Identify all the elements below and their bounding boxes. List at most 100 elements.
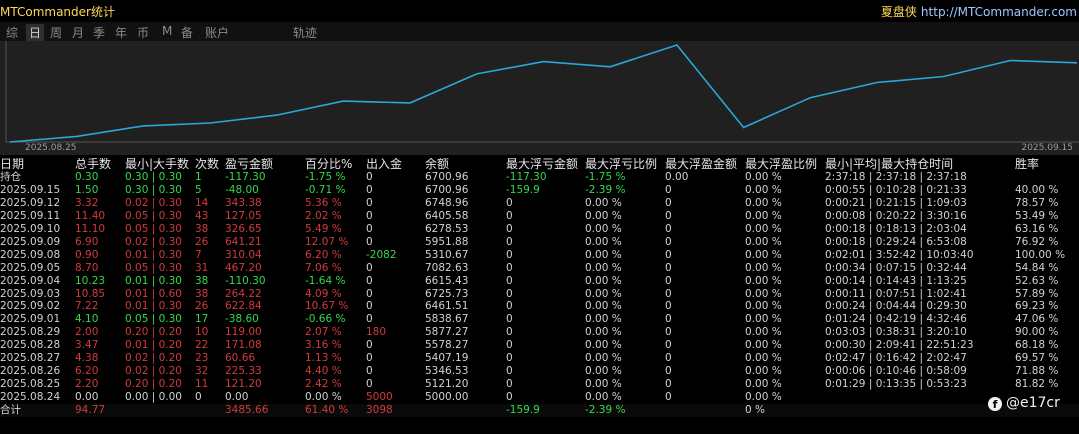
cell-flow: 0 — [366, 170, 373, 183]
chart-end-date: 2025.09.15 — [1021, 143, 1073, 153]
cell-max-gain-pct: 0.00 % — [745, 365, 782, 378]
cell-percent: 6.20 % — [305, 248, 342, 261]
cell-win-rate: 63.16 % — [1015, 222, 1059, 235]
tab-overview[interactable]: 综 — [6, 24, 18, 41]
tab-year[interactable]: 年 — [115, 24, 127, 41]
cell-max-drawdown: 0 — [506, 339, 513, 352]
cell-date: 2025.09.09 — [0, 235, 61, 248]
cell-max-drawdown-pct: 0.00 % — [585, 235, 622, 248]
cell-balance: 6700.96 — [425, 170, 469, 183]
brand: 夏盘侠 http://MTCommander.com — [881, 3, 1077, 20]
total-flow: 3098 — [366, 404, 393, 417]
cell-max-drawdown: -159.9 — [506, 183, 540, 196]
table-total-row: 合计 94.77 3485.66 61.40 % 3098 -159.9 -2.… — [0, 404, 1079, 418]
tab-trajectory[interactable]: 轨迹 — [293, 24, 317, 41]
tab-week[interactable]: 周 — [50, 24, 62, 41]
cell-pnl: 264.22 — [225, 287, 262, 300]
cell-max-gain-pct: 0.00 % — [745, 300, 782, 313]
col-max-gain-pct: 最大浮盈比例 — [745, 158, 818, 171]
cell-max-drawdown-pct: 0.00 % — [585, 365, 622, 378]
cell-total-lots: 3.32 — [75, 196, 99, 209]
cell-pnl: 127.05 — [225, 209, 262, 222]
cell-max-gain: 0 — [665, 391, 672, 404]
cell-flow: 0 — [366, 196, 373, 209]
cell-date: 2025.09.01 — [0, 313, 61, 326]
cell-flow: 0 — [366, 365, 373, 378]
cell-min-max-lots: 0.02 | 0.30 — [125, 196, 182, 209]
cell-flow: 0 — [366, 183, 373, 196]
cell-balance: 5346.53 — [425, 365, 469, 378]
balance-chart-svg — [5, 41, 1079, 143]
tab-quarter[interactable]: 季 — [93, 24, 105, 41]
cell-max-drawdown: 0 — [506, 235, 513, 248]
cell-count: 14 — [195, 196, 209, 209]
col-max-gain: 最大浮盈金额 — [665, 158, 738, 171]
total-max-drawdown-pct: -2.39 % — [585, 404, 626, 417]
cell-percent: 3.16 % — [305, 339, 342, 352]
tab-month[interactable]: 月 — [72, 24, 84, 41]
cell-max-drawdown-pct: 0.00 % — [585, 339, 622, 352]
tab-m[interactable]: M — [162, 24, 172, 38]
cell-max-drawdown-pct: 0.00 % — [585, 378, 622, 391]
cell-total-lots: 0.90 — [75, 248, 99, 261]
cell-min-max-lots: 0.01 | 0.30 — [125, 300, 182, 313]
cell-percent: 5.49 % — [305, 222, 342, 235]
cell-win-rate: 90.00 % — [1015, 326, 1059, 339]
cell-max-gain: 0 — [665, 274, 672, 287]
cell-flow: 5000 — [366, 391, 393, 404]
cell-count: 0 — [195, 391, 202, 404]
cell-balance: 6405.58 — [425, 209, 469, 222]
cell-percent: -0.66 % — [305, 313, 346, 326]
cell-max-drawdown: 0 — [506, 196, 513, 209]
cell-max-gain-pct: 0.00 % — [745, 339, 782, 352]
cell-count: 38 — [195, 287, 209, 300]
cell-flow: 180 — [366, 326, 387, 339]
tab-backup[interactable]: 备 — [181, 24, 193, 41]
cell-balance: 5407.19 — [425, 352, 469, 365]
cell-total-lots: 4.38 — [75, 352, 99, 365]
cell-pnl: 467.20 — [225, 261, 262, 274]
cell-max-gain: 0 — [665, 313, 672, 326]
cell-min-max-lots: 0.02 | 0.30 — [125, 235, 182, 248]
tab-day[interactable]: 日 — [26, 24, 45, 41]
cell-max-drawdown: 0 — [506, 274, 513, 287]
cell-flow: 0 — [366, 261, 373, 274]
cell-date: 2025.09.03 — [0, 287, 61, 300]
tab-account[interactable]: 账户 — [205, 24, 229, 41]
cell-min-max-lots: 0.00 | 0.00 — [125, 391, 182, 404]
cell-max-drawdown: 0 — [506, 378, 513, 391]
cell-max-gain-pct: 0.00 % — [745, 287, 782, 300]
cell-total-lots: 6.90 — [75, 235, 99, 248]
balance-chart: 2025.08.25 2025.09.15 — [0, 41, 1079, 155]
tab-currency[interactable]: 币 — [137, 24, 149, 41]
window-title: MTCommander统计 — [0, 5, 115, 19]
cell-flow: 0 — [366, 339, 373, 352]
cell-percent: 2.02 % — [305, 209, 342, 222]
cell-max-gain-pct: 0.00 % — [745, 222, 782, 235]
cell-max-drawdown-pct: 0.00 % — [585, 196, 622, 209]
cell-date: 持仓 — [0, 170, 21, 183]
cell-max-drawdown-pct: 0.00 % — [585, 391, 622, 404]
table-row: 2025.08.27 4.38 0.02 | 0.20 23 60.66 1.13 % 0 5… — [0, 352, 1079, 365]
cell-date: 2025.08.28 — [0, 339, 61, 352]
cell-win-rate: 57.89 % — [1015, 287, 1059, 300]
cell-max-drawdown: 0 — [506, 300, 513, 313]
cell-min-max-lots: 0.05 | 0.30 — [125, 313, 182, 326]
cell-win-rate: 100.00 % — [1015, 248, 1066, 261]
cell-pnl: 310.04 — [225, 248, 262, 261]
cell-win-rate: 81.82 % — [1015, 378, 1059, 391]
watermark-text: @e17cr — [1006, 395, 1060, 411]
cell-percent: 10.67 % — [305, 300, 349, 313]
cell-max-gain-pct: 0.00 % — [745, 235, 782, 248]
cell-max-gain-pct: 0.00 % — [745, 248, 782, 261]
balance-line — [9, 44, 1078, 143]
cell-count: 43 — [195, 209, 209, 222]
table-row: 2025.09.01 4.10 0.05 | 0.30 17 -38.60 -0.66 %… — [0, 313, 1079, 326]
total-percent: 61.40 % — [305, 404, 349, 417]
cell-min-max-lots: 0.02 | 0.20 — [125, 365, 182, 378]
cell-min-max-lots: 0.20 | 0.20 — [125, 378, 182, 391]
cell-max-gain-pct: 0.00 % — [745, 183, 782, 196]
cell-count: 7 — [195, 248, 202, 261]
brand-link[interactable]: http://MTCommander.com — [921, 5, 1077, 19]
cell-date: 2025.09.02 — [0, 300, 61, 313]
